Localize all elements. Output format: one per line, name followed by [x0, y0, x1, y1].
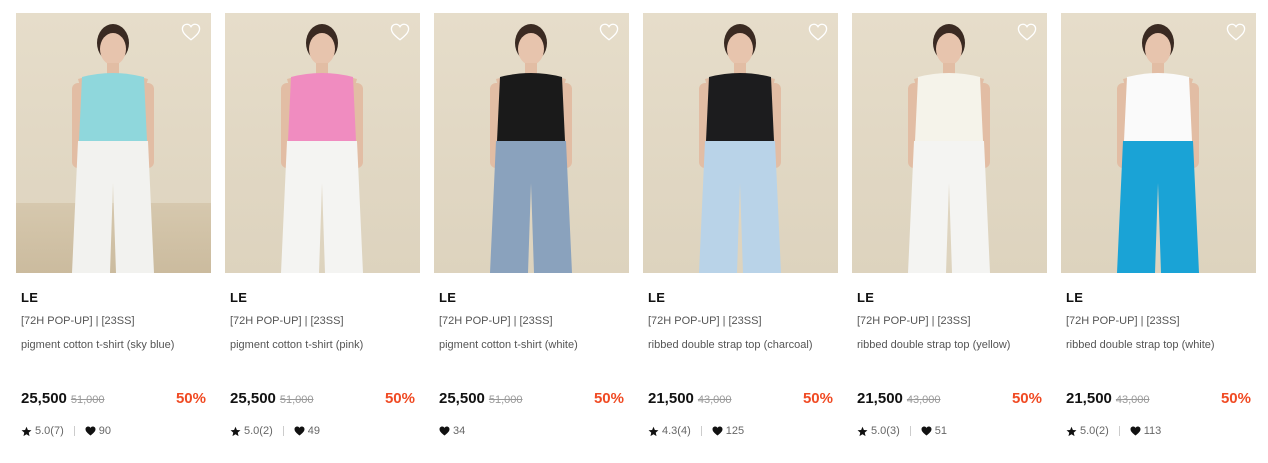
- product-image[interactable]: [16, 13, 211, 273]
- product-image[interactable]: [643, 13, 838, 273]
- price-row: 21,500 43,000 50%: [857, 390, 1042, 410]
- wishlist-heart-icon[interactable]: [808, 23, 828, 41]
- product-card[interactable]: LE [72H POP-UP] | [23SS] ribbed double s…: [643, 13, 838, 453]
- divider: [1118, 426, 1120, 436]
- rating-text: 5.0(2): [244, 425, 273, 437]
- product-image[interactable]: [434, 13, 629, 273]
- wishlist-heart-icon[interactable]: [1017, 23, 1037, 41]
- price-row: 25,500 51,000 50%: [439, 390, 624, 410]
- star-icon: [648, 426, 659, 437]
- divider: [73, 426, 75, 436]
- original-price: 43,000: [1115, 394, 1150, 406]
- discount-rate: 50%: [1011, 390, 1042, 407]
- star-icon: [21, 426, 32, 437]
- product-tag: [72H POP-UP] | [23SS]: [648, 315, 762, 327]
- heart-icon: [439, 426, 450, 436]
- discount-rate: 50%: [593, 390, 624, 407]
- brand-name[interactable]: LE: [439, 290, 456, 305]
- sale-price: 25,500: [230, 390, 276, 407]
- product-name[interactable]: ribbed double strap top (charcoal): [648, 339, 836, 351]
- original-price: 43,000: [697, 394, 732, 406]
- product-card[interactable]: LE [72H POP-UP] | [23SS] pigment cotton …: [434, 13, 629, 453]
- brand-name[interactable]: LE: [230, 290, 247, 305]
- review-meta: 5.0(7) 90: [21, 425, 111, 437]
- wishlist-heart-icon[interactable]: [181, 23, 201, 41]
- heart-icon: [1130, 426, 1141, 436]
- original-price: 51,000: [70, 394, 105, 406]
- review-meta: 34: [439, 425, 465, 437]
- product-card[interactable]: LE [72H POP-UP] | [23SS] ribbed double s…: [1061, 13, 1256, 453]
- heart-icon: [712, 426, 723, 436]
- price-row: 21,500 43,000 50%: [1066, 390, 1251, 410]
- review-meta: 5.0(3) 51: [857, 425, 947, 437]
- original-price: 43,000: [906, 394, 941, 406]
- star-icon: [230, 426, 241, 437]
- discount-rate: 50%: [175, 390, 206, 407]
- rating-text: 4.3(4): [662, 425, 691, 437]
- heart-icon: [85, 426, 96, 436]
- product-tag: [72H POP-UP] | [23SS]: [857, 315, 971, 327]
- product-card[interactable]: LE [72H POP-UP] | [23SS] pigment cotton …: [16, 13, 211, 453]
- product-card[interactable]: LE [72H POP-UP] | [23SS] ribbed double s…: [852, 13, 1047, 453]
- sale-price: 25,500: [439, 390, 485, 407]
- discount-rate: 50%: [802, 390, 833, 407]
- sale-price: 21,500: [1066, 390, 1112, 407]
- product-tag: [72H POP-UP] | [23SS]: [1066, 315, 1180, 327]
- wishlist-heart-icon[interactable]: [1226, 23, 1246, 41]
- likes-count: 90: [98, 425, 111, 437]
- brand-name[interactable]: LE: [648, 290, 665, 305]
- discount-rate: 50%: [1220, 390, 1251, 407]
- discount-rate: 50%: [384, 390, 415, 407]
- product-image[interactable]: [225, 13, 420, 273]
- review-meta: 5.0(2) 49: [230, 425, 320, 437]
- product-card[interactable]: LE [72H POP-UP] | [23SS] pigment cotton …: [225, 13, 420, 453]
- likes-count: 125: [725, 425, 745, 437]
- brand-name[interactable]: LE: [21, 290, 38, 305]
- rating-text: 5.0(7): [35, 425, 64, 437]
- price-row: 21,500 43,000 50%: [648, 390, 833, 410]
- product-name[interactable]: pigment cotton t-shirt (pink): [230, 339, 418, 351]
- product-tag: [72H POP-UP] | [23SS]: [230, 315, 344, 327]
- star-icon: [1066, 426, 1077, 437]
- sale-price: 21,500: [857, 390, 903, 407]
- product-image[interactable]: [852, 13, 1047, 273]
- product-tag: [72H POP-UP] | [23SS]: [439, 315, 553, 327]
- divider: [909, 426, 911, 436]
- brand-name[interactable]: LE: [1066, 290, 1083, 305]
- review-meta: 5.0(2) 113: [1066, 425, 1161, 437]
- divider: [700, 426, 702, 436]
- product-tag: [72H POP-UP] | [23SS]: [21, 315, 135, 327]
- product-name[interactable]: ribbed double strap top (white): [1066, 339, 1254, 351]
- likes-count: 49: [307, 425, 320, 437]
- price-row: 25,500 51,000 50%: [230, 390, 415, 410]
- product-name[interactable]: pigment cotton t-shirt (sky blue): [21, 339, 209, 351]
- likes-count: 34: [453, 425, 466, 437]
- likes-count: 51: [934, 425, 947, 437]
- product-name[interactable]: pigment cotton t-shirt (white): [439, 339, 627, 351]
- review-meta: 4.3(4) 125: [648, 425, 744, 437]
- wishlist-heart-icon[interactable]: [599, 23, 619, 41]
- price-row: 25,500 51,000 50%: [21, 390, 206, 410]
- heart-icon: [294, 426, 305, 436]
- original-price: 51,000: [488, 394, 523, 406]
- wishlist-heart-icon[interactable]: [390, 23, 410, 41]
- heart-icon: [921, 426, 932, 436]
- likes-count: 113: [1143, 425, 1162, 437]
- sale-price: 21,500: [648, 390, 694, 407]
- divider: [282, 426, 284, 436]
- star-icon: [857, 426, 868, 437]
- rating-text: 5.0(3): [871, 425, 900, 437]
- product-image[interactable]: [1061, 13, 1256, 273]
- rating-text: 5.0(2): [1080, 425, 1109, 437]
- brand-name[interactable]: LE: [857, 290, 874, 305]
- product-grid: LE [72H POP-UP] | [23SS] pigment cotton …: [0, 0, 1268, 463]
- original-price: 51,000: [279, 394, 314, 406]
- sale-price: 25,500: [21, 390, 67, 407]
- product-name[interactable]: ribbed double strap top (yellow): [857, 339, 1045, 351]
